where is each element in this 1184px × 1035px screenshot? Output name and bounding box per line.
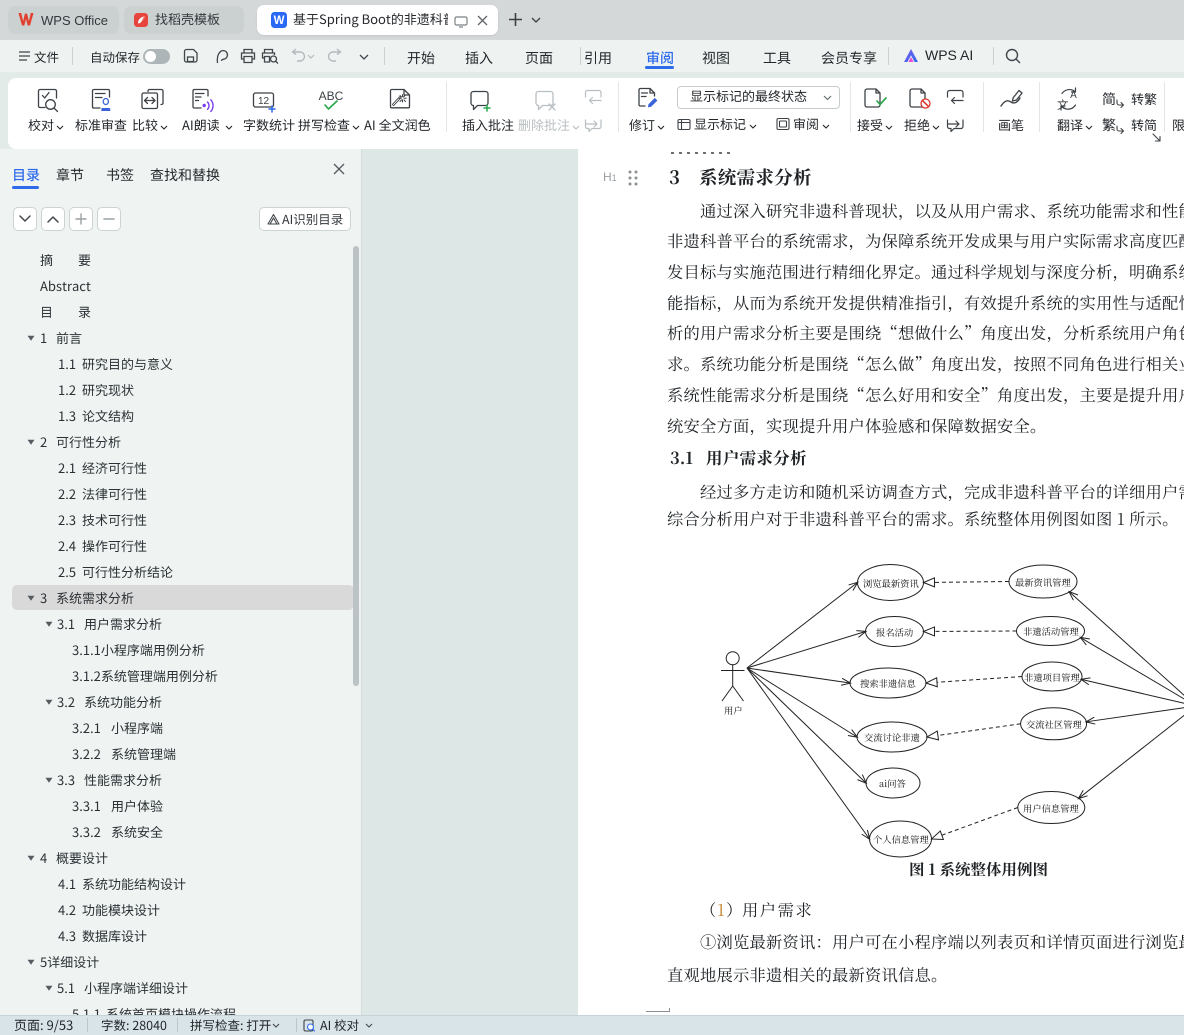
svg-text:12: 12 <box>258 96 270 107</box>
svg-text:W: W <box>274 15 285 27</box>
svg-text:A: A <box>1070 90 1077 101</box>
svg-text:ABC: ABC <box>319 89 344 103</box>
